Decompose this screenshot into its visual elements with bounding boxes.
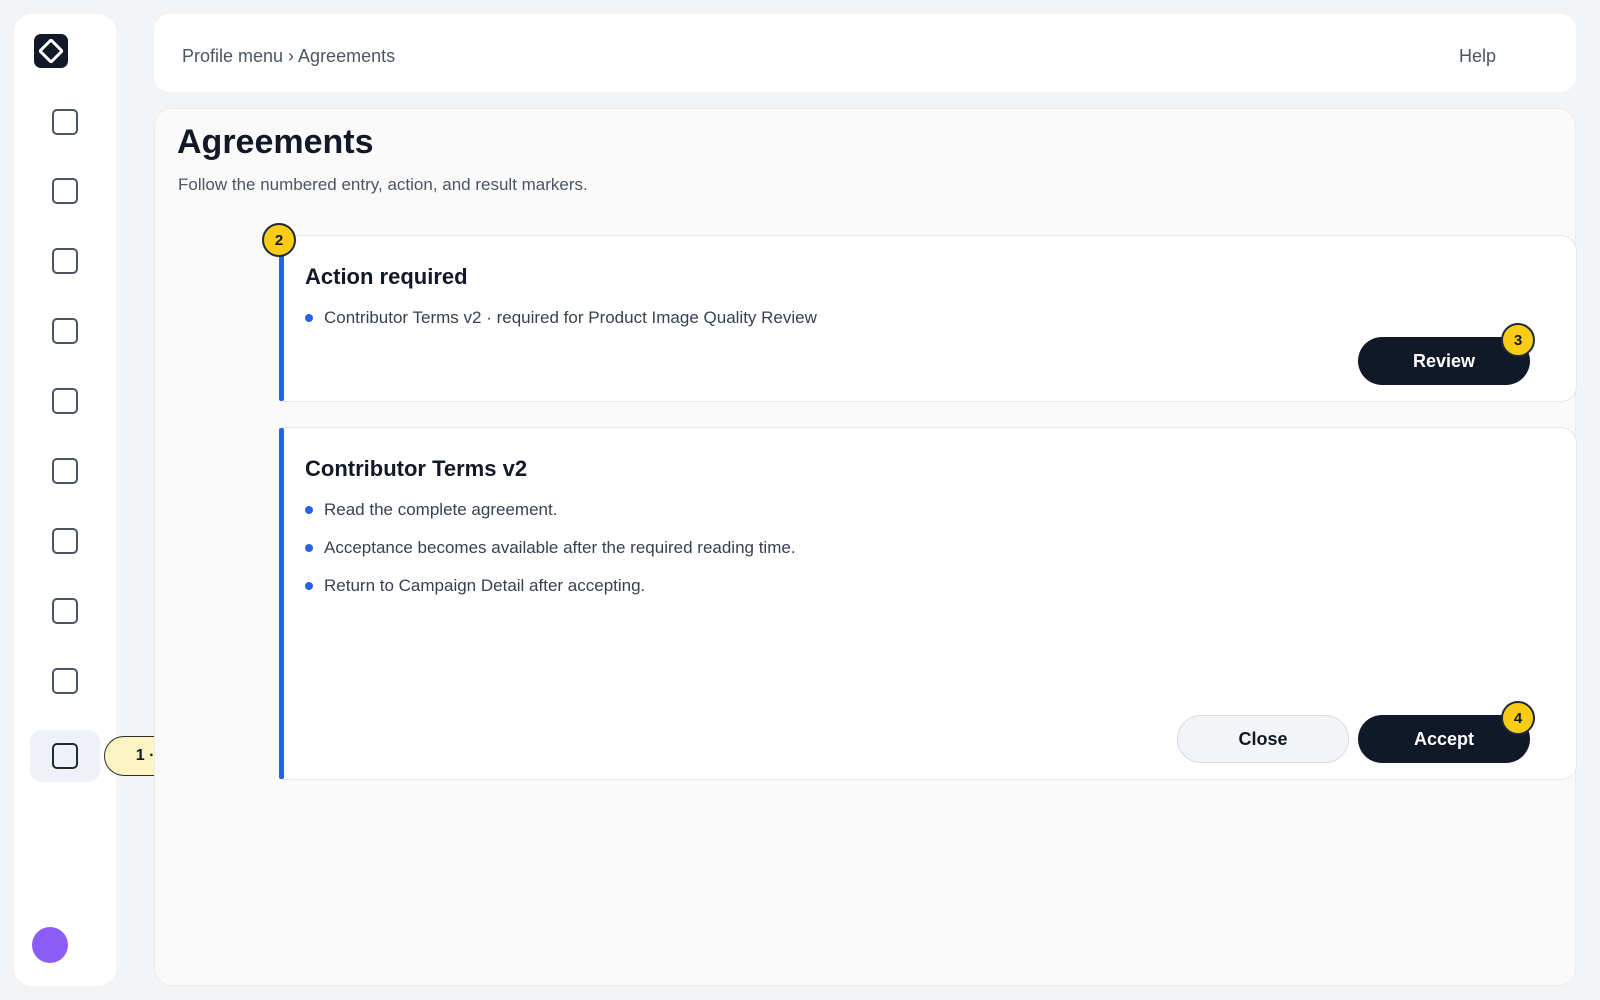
card-title: Action required [305,264,468,289]
help-link[interactable]: Help [1459,46,1496,67]
sidebar-item-2[interactable] [30,165,100,217]
action-required-card: Action required Contributor Terms v2 · r… [279,235,1577,402]
card-accent-bar [279,428,284,779]
nav-square-icon [52,248,78,274]
terms-list: Read the complete agreement. Acceptance … [305,500,796,614]
step-marker-4: 4 [1501,701,1535,735]
sidebar-item-1[interactable] [30,96,100,148]
nav-square-icon [52,598,78,624]
sidebar-item-7[interactable] [30,515,100,567]
nav-square-icon [52,668,78,694]
sidebar-item-6[interactable] [30,445,100,497]
sidebar-item-account[interactable] [30,730,100,782]
nav-square-icon [52,388,78,414]
diamond-logo-icon[interactable] [34,34,68,68]
sidebar [14,14,116,986]
close-button[interactable]: Close [1177,715,1349,763]
action-list: Contributor Terms v2 · required for Prod… [305,308,817,346]
sidebar-item-4[interactable] [30,305,100,357]
top-bar: Profile menu › Agreements Help [154,14,1576,92]
list-item: Return to Campaign Detail after acceptin… [305,576,796,614]
nav-square-icon [52,458,78,484]
nav-square-icon [52,109,78,135]
card-accent-bar [279,236,284,401]
list-item: Contributor Terms v2 · required for Prod… [305,308,817,346]
nav-square-icon [52,178,78,204]
sidebar-item-5[interactable] [30,375,100,427]
avatar[interactable] [32,927,68,963]
breadcrumb: Profile menu › Agreements [182,46,396,66]
contributor-terms-card: Contributor Terms v2 Read the complete a… [279,427,1577,780]
card-title: Contributor Terms v2 [305,456,528,481]
list-item: Acceptance becomes available after the r… [305,538,796,576]
step-marker-2: 2 [262,223,296,257]
page-subtitle: Follow the numbered entry, action, and r… [178,175,588,194]
sidebar-item-8[interactable] [30,585,100,637]
main-panel: Agreements Follow the numbered entry, ac… [154,108,1577,986]
sidebar-item-9[interactable] [30,655,100,707]
list-item: Read the complete agreement. [305,500,796,538]
nav-square-icon [52,318,78,344]
sidebar-item-3[interactable] [30,235,100,287]
nav-square-icon [52,743,78,769]
step-marker-3: 3 [1501,323,1535,357]
page-title: Agreements [177,123,374,161]
nav-square-icon [52,528,78,554]
